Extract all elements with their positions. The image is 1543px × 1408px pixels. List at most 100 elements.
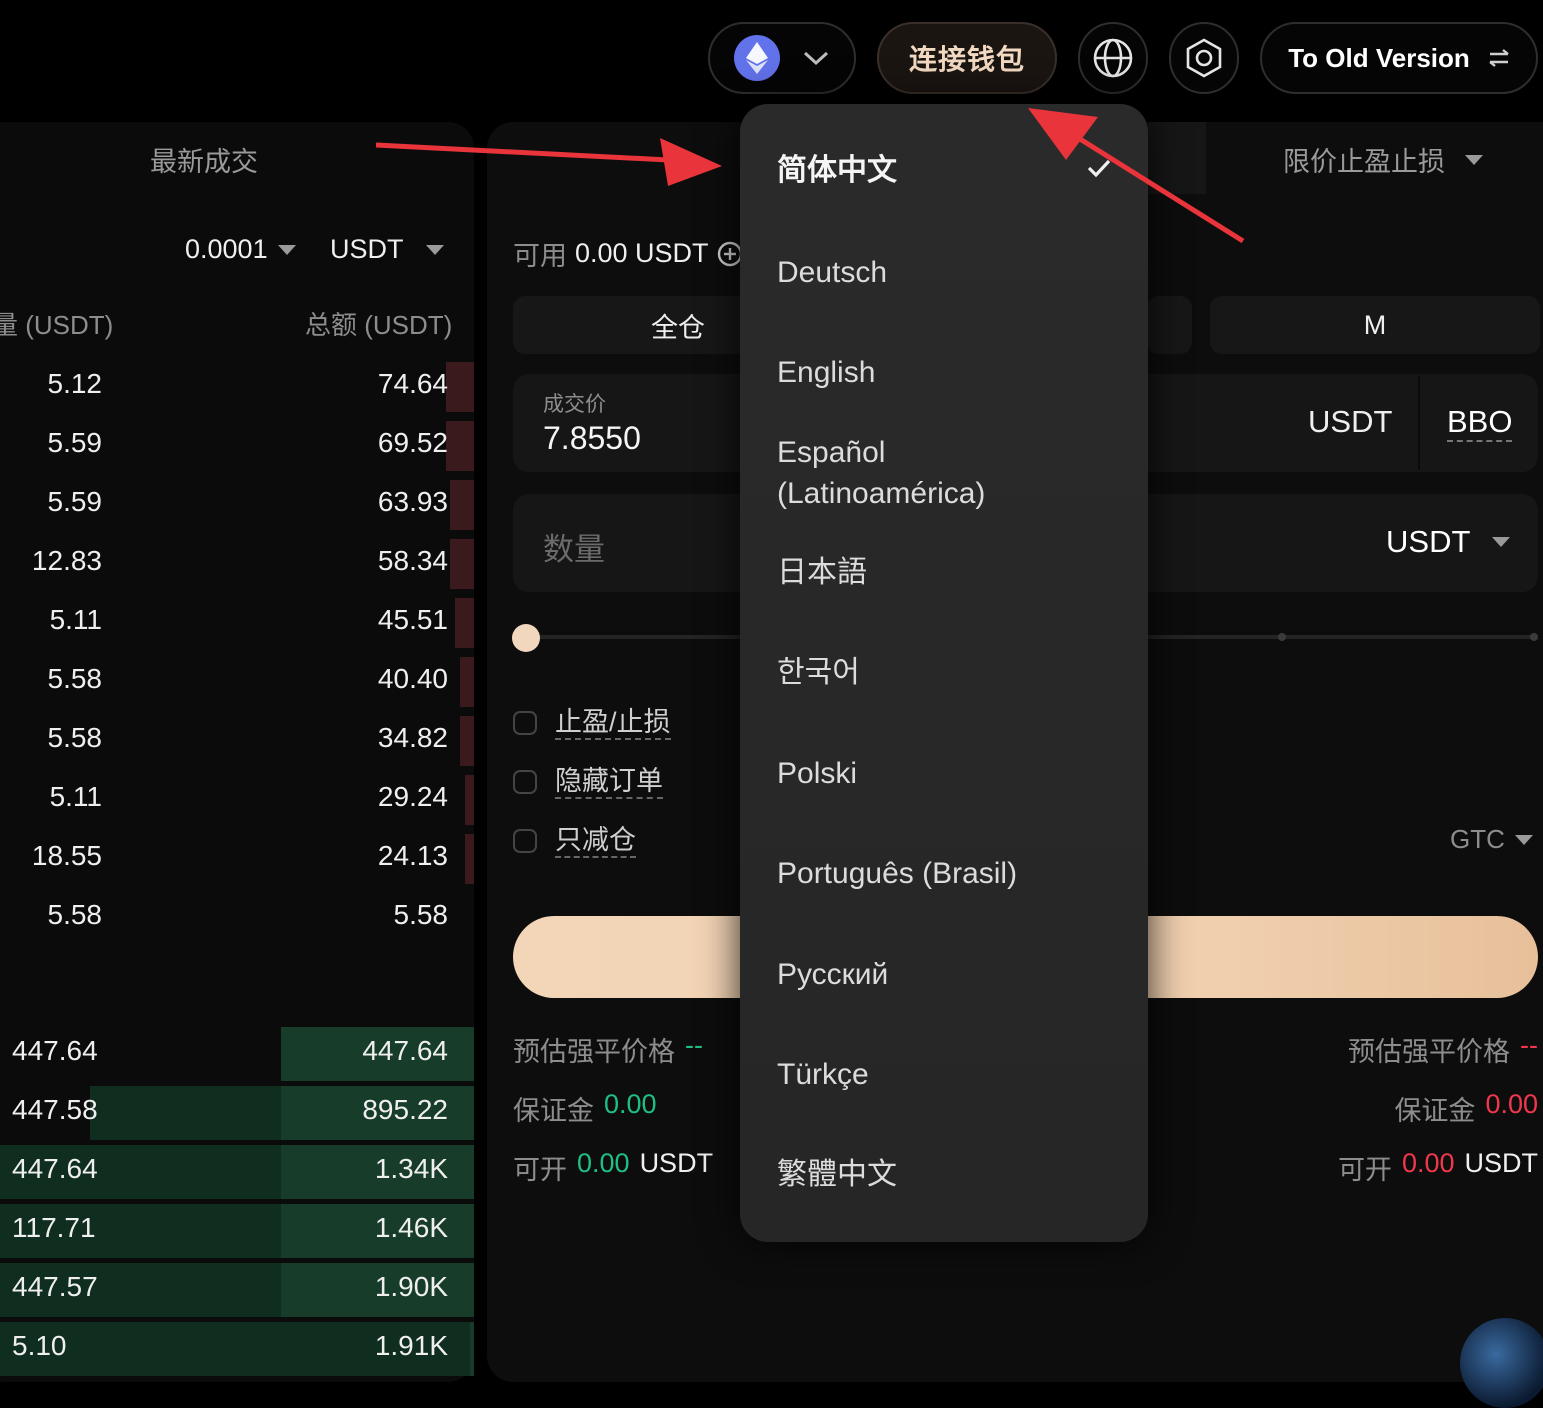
bid-row[interactable]: 117.71 1.46K: [0, 1202, 474, 1260]
bid-row[interactable]: 447.64 447.64: [0, 1025, 474, 1083]
bid-size-bar: [470, 1322, 474, 1376]
ask-row[interactable]: 5.59 69.52: [0, 417, 474, 475]
ask-depth-bar: [446, 421, 474, 471]
old-version-button[interactable]: To Old Version: [1260, 22, 1538, 94]
language-option-pt-br[interactable]: Português (Brasil): [777, 853, 1017, 894]
checkbox[interactable]: [513, 770, 537, 794]
bid-amount: 117.71: [12, 1212, 96, 1243]
time-in-force-value: GTC: [1450, 824, 1505, 854]
ask-row[interactable]: 5.59 63.93: [0, 476, 474, 534]
open-label: 可开: [513, 1155, 567, 1185]
amount-slider-handle[interactable]: [512, 624, 540, 652]
total-column-header: 总额 (USDT): [305, 310, 453, 340]
ask-amount: 5.59: [47, 486, 103, 517]
margin-value: 0.00: [1485, 1089, 1538, 1119]
ask-depth-bar: [460, 657, 474, 707]
bid-amount: 447.64: [12, 1035, 98, 1066]
slider-tick[interactable]: [1530, 633, 1538, 641]
margin-mode-secondary[interactable]: [1146, 296, 1192, 354]
language-option-zh-hans[interactable]: 简体中文: [777, 150, 897, 191]
ask-amount: 5.58: [47, 722, 103, 753]
option-label: 只减仓: [555, 824, 636, 858]
network-selector[interactable]: [708, 22, 856, 94]
language-option-zh-hant[interactable]: 繁體中文: [777, 1154, 897, 1195]
checkmark-icon: [1087, 159, 1111, 178]
ask-amount: 5.12: [47, 368, 103, 399]
language-option-ko[interactable]: 한국어: [777, 652, 860, 693]
caret-down-icon: [1465, 154, 1483, 165]
settings-hexagon-icon: [1186, 38, 1222, 78]
leverage-button[interactable]: M: [1210, 296, 1540, 354]
time-in-force-dropdown[interactable]: GTC: [1450, 824, 1533, 855]
ask-depth-bar: [446, 362, 474, 412]
checkbox[interactable]: [513, 711, 537, 735]
option-label: 止盈/止损: [555, 706, 671, 740]
ask-amount: 5.59: [47, 427, 103, 458]
bid-total: 1.34K: [374, 1153, 448, 1184]
ask-row[interactable]: 5.58 40.40: [0, 653, 474, 711]
ask-depth-bar: [450, 539, 474, 589]
language-button[interactable]: [1078, 22, 1148, 94]
bid-row[interactable]: 447.64 1.34K: [0, 1143, 474, 1201]
connect-wallet-button[interactable]: 连接钱包: [877, 22, 1057, 94]
ask-depth-bar: [465, 775, 474, 825]
option-take-profit-stop-loss[interactable]: 止盈/止损: [513, 706, 671, 740]
quantity-placeholder[interactable]: 数量: [543, 524, 605, 569]
price-field-divider: [1418, 376, 1420, 470]
checkbox[interactable]: [513, 829, 537, 853]
precision-value: 0.0001: [185, 234, 268, 264]
ask-row[interactable]: 12.83 58.34: [0, 535, 474, 593]
ask-row[interactable]: 18.55 24.13: [0, 830, 474, 888]
ask-total: 40.40: [377, 663, 448, 694]
add-circle-icon[interactable]: [717, 241, 743, 267]
recent-trades-tab[interactable]: 最新成交: [150, 140, 258, 179]
option-hidden-order[interactable]: 隐藏订单: [513, 765, 663, 799]
order-type-label: 限价止盈止损: [1283, 147, 1445, 177]
open-unit: USDT: [1464, 1148, 1539, 1178]
long-liquidation-price: 预估强平价格 --: [513, 1030, 703, 1069]
old-version-label: To Old Version: [1288, 42, 1470, 73]
bid-total: 895.22: [362, 1094, 448, 1125]
bid-row[interactable]: 447.57 1.90K: [0, 1261, 474, 1319]
ask-total: 5.58: [393, 899, 449, 930]
ask-row[interactable]: 5.11 29.24: [0, 771, 474, 829]
bid-row[interactable]: 447.58 895.22: [0, 1084, 474, 1142]
available-balance: 可用 0.00 USDT: [513, 234, 743, 273]
ask-amount: 5.58: [47, 663, 103, 694]
language-option-en[interactable]: English: [777, 352, 875, 393]
ask-row[interactable]: 5.58 34.82: [0, 712, 474, 770]
bid-amount: 447.58: [12, 1094, 98, 1125]
quantity-unit-value: USDT: [1386, 524, 1471, 559]
ask-row[interactable]: 5.11 45.51: [0, 594, 474, 652]
order-type-dropdown[interactable]: 限价止盈止损: [1283, 140, 1483, 179]
precision-dropdown[interactable]: 0.0001: [185, 234, 296, 265]
short-liquidation-price: 预估强平价格 --: [1348, 1030, 1538, 1069]
available-value: 0.00 USDT: [575, 238, 709, 268]
open-value: 0.00: [1401, 1148, 1455, 1178]
option-reduce-only[interactable]: 只减仓: [513, 824, 636, 858]
ask-amount: 18.55: [31, 840, 102, 871]
quantity-unit-dropdown[interactable]: USDT: [1386, 524, 1511, 560]
caret-down-icon: [1514, 834, 1533, 845]
ask-total: 58.34: [377, 545, 448, 576]
orderbook-unit-dropdown[interactable]: USDT: [330, 234, 444, 265]
bbo-button[interactable]: BBO: [1447, 404, 1513, 442]
support-chat-avatar[interactable]: [1460, 1318, 1543, 1408]
language-option-pl[interactable]: Polski: [777, 753, 857, 794]
price-value[interactable]: 7.8550: [543, 420, 641, 457]
ask-row[interactable]: 5.12 74.64: [0, 358, 474, 416]
bid-total: 447.64: [362, 1035, 448, 1066]
bid-row[interactable]: 5.10 1.91K: [0, 1320, 474, 1378]
ask-amount: 12.83: [31, 545, 102, 576]
liq-value: --: [685, 1030, 703, 1060]
ask-row[interactable]: 5.58 5.58: [0, 889, 474, 947]
language-option-ru[interactable]: Русский: [777, 954, 888, 995]
settings-button[interactable]: [1169, 22, 1239, 94]
short-margin: 保证金 0.00: [1394, 1089, 1538, 1128]
slider-tick[interactable]: [1278, 633, 1286, 641]
language-option-tr[interactable]: Türkçe: [777, 1054, 869, 1095]
language-option-es[interactable]: Español (Latinoamérica): [777, 432, 1027, 514]
language-option-ja[interactable]: 日本語: [777, 552, 867, 593]
margin-label: 保证金: [1394, 1096, 1476, 1126]
language-option-de[interactable]: Deutsch: [777, 252, 887, 293]
